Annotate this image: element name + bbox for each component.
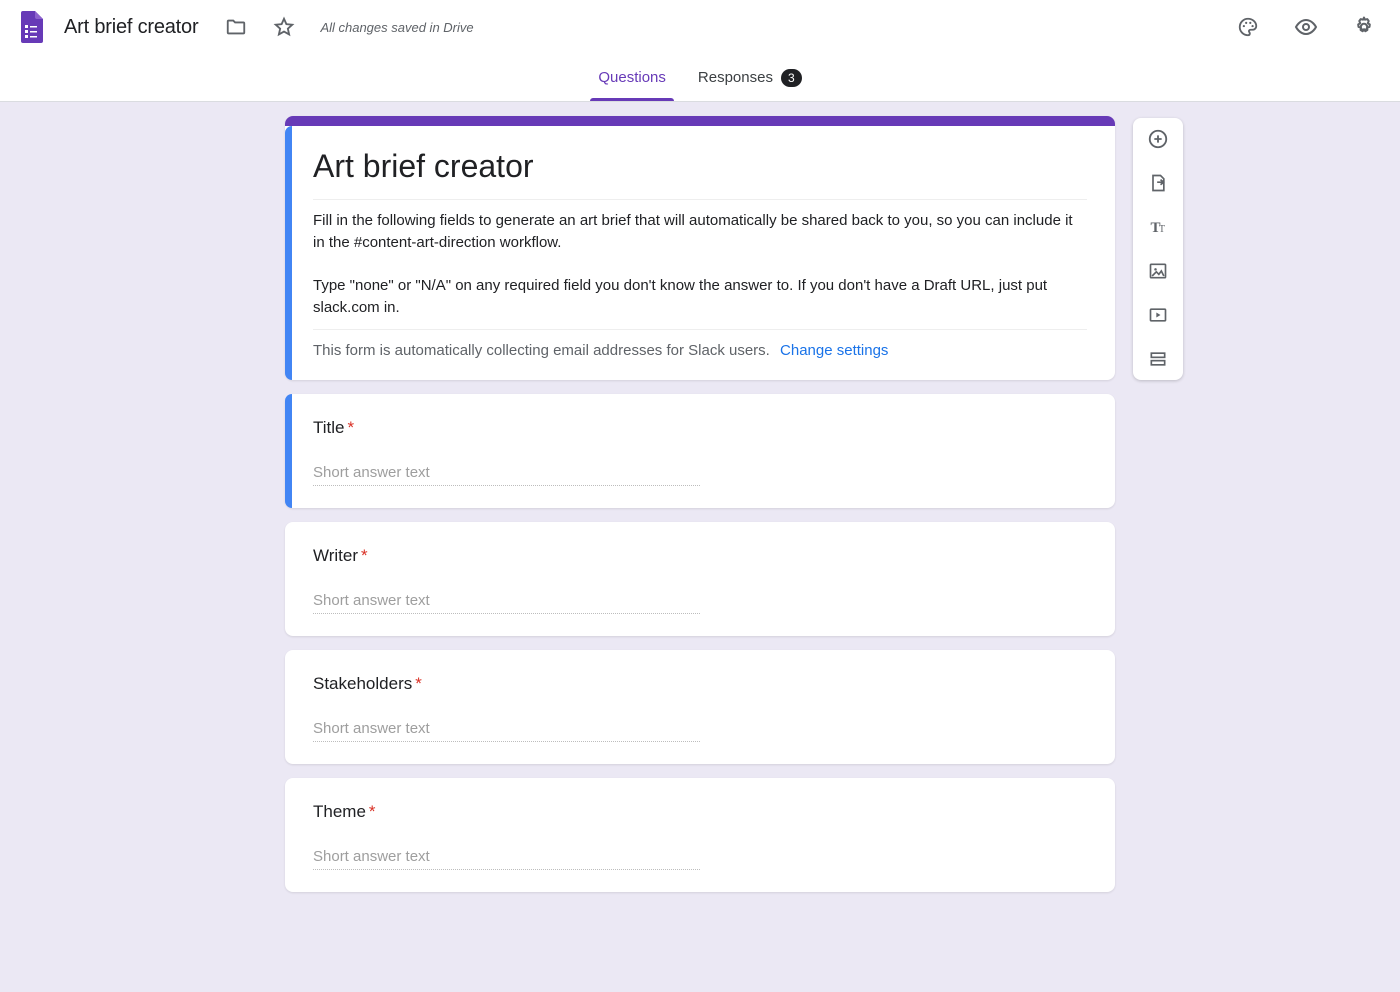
tab-bar: Questions Responses 3 [0, 54, 1400, 102]
doc-title[interactable]: Art brief creator [64, 16, 198, 39]
forms-logo-icon [16, 7, 46, 47]
accent-left [285, 126, 292, 380]
responses-count-badge: 3 [781, 69, 802, 87]
email-collection-notice: This form is automatically collecting em… [313, 340, 1087, 362]
tab-questions-label: Questions [598, 69, 666, 86]
required-star: * [369, 802, 376, 821]
divider [313, 199, 1087, 200]
required-star: * [361, 546, 368, 565]
question-card[interactable]: Stakeholders* Short answer text [285, 650, 1115, 764]
add-title-icon[interactable]: TT [1140, 214, 1176, 240]
star-icon[interactable] [264, 7, 304, 47]
tab-questions[interactable]: Questions [598, 54, 666, 101]
import-questions-icon[interactable] [1140, 170, 1176, 196]
question-heading: Title* [313, 418, 1087, 438]
question-card[interactable]: Theme* Short answer text [285, 778, 1115, 892]
top-bar: Art brief creator All changes saved in D… [0, 0, 1400, 54]
accent-top [285, 116, 1115, 126]
add-video-icon[interactable] [1140, 302, 1176, 328]
question-heading: Stakeholders* [313, 674, 1087, 694]
change-settings-link[interactable]: Change settings [780, 342, 888, 359]
move-folder-icon[interactable] [216, 7, 256, 47]
short-answer-placeholder: Short answer text [313, 592, 700, 614]
editor-canvas: TT Art brief creator Fill in the followi… [0, 102, 1400, 992]
tab-responses[interactable]: Responses 3 [698, 54, 802, 101]
add-question-icon[interactable] [1140, 126, 1176, 152]
settings-gear-icon[interactable] [1344, 7, 1384, 47]
form-header-card[interactable]: Art brief creator Fill in the following … [285, 116, 1115, 380]
divider [313, 329, 1087, 330]
short-answer-placeholder: Short answer text [313, 720, 700, 742]
add-image-icon[interactable] [1140, 258, 1176, 284]
short-answer-placeholder: Short answer text [313, 464, 700, 486]
question-heading: Writer* [313, 546, 1087, 566]
question-label[interactable]: Stakeholders [313, 674, 412, 693]
theme-palette-icon[interactable] [1228, 7, 1268, 47]
top-right-actions [1228, 7, 1384, 47]
form-description[interactable]: Fill in the following fields to generate… [313, 210, 1087, 319]
save-status: All changes saved in Drive [320, 20, 473, 35]
required-star: * [348, 418, 355, 437]
question-label[interactable]: Writer [313, 546, 358, 565]
question-heading: Theme* [313, 802, 1087, 822]
sidebar-toolbar: TT [1133, 118, 1183, 380]
add-section-icon[interactable] [1140, 346, 1176, 372]
question-label[interactable]: Theme [313, 802, 366, 821]
preview-eye-icon[interactable] [1286, 7, 1326, 47]
short-answer-placeholder: Short answer text [313, 848, 700, 870]
svg-text:T: T [1159, 224, 1165, 235]
email-notice-text: This form is automatically collecting em… [313, 342, 770, 359]
required-star: * [415, 674, 422, 693]
accent-left [285, 394, 292, 508]
tab-responses-label: Responses [698, 69, 773, 86]
question-card[interactable]: Title* Short answer text [285, 394, 1115, 508]
form-title[interactable]: Art brief creator [313, 148, 1087, 185]
question-card[interactable]: Writer* Short answer text [285, 522, 1115, 636]
question-label[interactable]: Title [313, 418, 345, 437]
